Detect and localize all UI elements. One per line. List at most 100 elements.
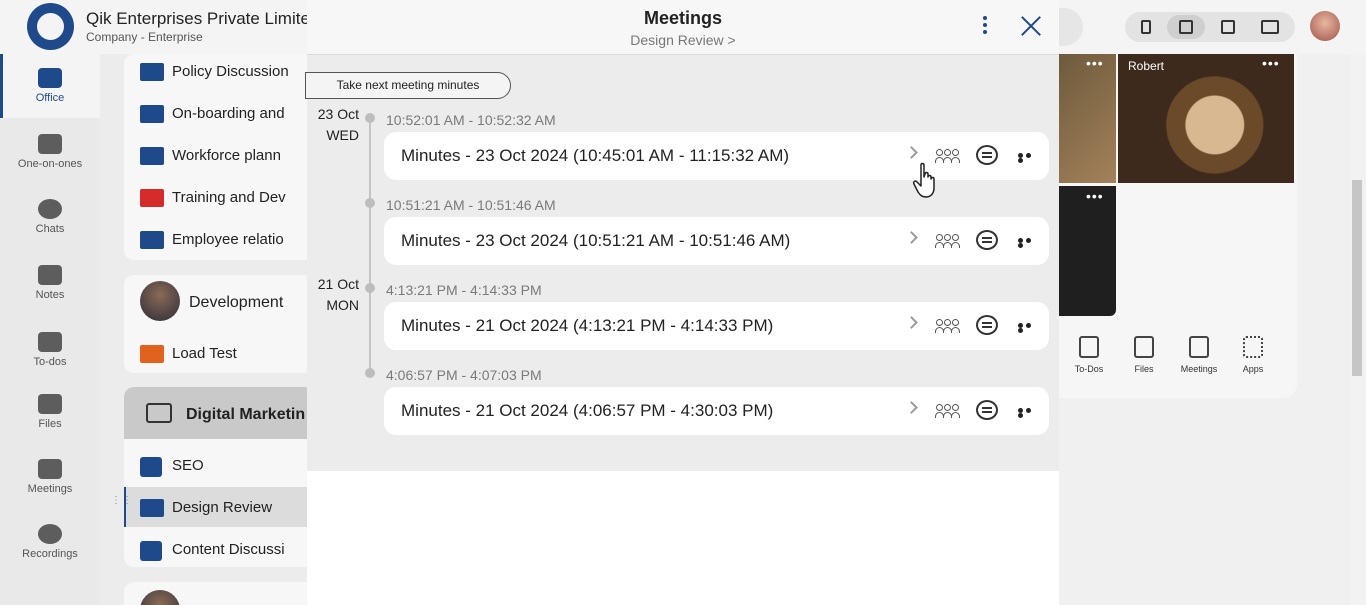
left-navigation: Office One-on-ones Chats Notes To-dos Fi… — [0, 54, 100, 605]
more-options-icon[interactable] — [1018, 408, 1038, 418]
timeline-dot — [365, 198, 375, 208]
chevron-right-icon[interactable] — [905, 231, 918, 244]
more-icon[interactable]: ••• — [1262, 55, 1280, 71]
channel-icon — [140, 231, 164, 249]
user-avatar[interactable] — [1310, 11, 1340, 41]
more-options-icon[interactable] — [1018, 323, 1038, 333]
close-icon[interactable] — [1018, 13, 1044, 39]
meetings-icon — [1189, 336, 1209, 358]
nav-todos[interactable]: To-dos — [0, 318, 100, 382]
drag-handle-icon[interactable]: ⋮⋮ — [111, 496, 132, 512]
participants-icon[interactable] — [935, 149, 961, 163]
folder-icon — [146, 403, 172, 423]
company-name[interactable]: Qik Enterprises Private Limited — [86, 9, 319, 29]
apps-tool-button[interactable]: Apps — [1228, 336, 1278, 374]
nav-recordings[interactable]: Recordings — [0, 510, 100, 574]
view-toggle — [1125, 12, 1295, 42]
comment-icon[interactable] — [976, 230, 998, 250]
participant-video[interactable] — [1059, 54, 1116, 183]
meeting-card[interactable]: Minutes - 23 Oct 2024 (10:45:01 AM - 11:… — [384, 132, 1049, 180]
time-range: 4:06:57 PM - 4:07:03 PM — [386, 367, 542, 383]
grid-view-icon — [1179, 20, 1193, 34]
single-view-button[interactable] — [1127, 15, 1165, 39]
channel-item[interactable]: Policy Discussion — [140, 57, 307, 99]
nav-office[interactable]: Office — [0, 54, 100, 118]
channel-icon — [140, 189, 164, 207]
comment-icon[interactable] — [976, 400, 998, 420]
date-weekday: WED — [326, 127, 359, 143]
chevron-right-icon[interactable] — [905, 316, 918, 329]
channel-icon — [140, 147, 164, 165]
chevron-right-icon[interactable] — [905, 146, 918, 159]
channel-item[interactable]: Content Discussi — [140, 535, 307, 577]
todos-tool-button[interactable]: To-Dos — [1064, 336, 1114, 374]
date-label: 23 Oct WED — [307, 104, 359, 146]
take-next-minutes-button[interactable]: Take next meeting minutes — [305, 72, 511, 99]
more-options-icon[interactable] — [1018, 153, 1038, 163]
nav-label: Chats — [35, 223, 65, 235]
meeting-title: Minutes - 23 Oct 2024 (10:51:21 AM - 10:… — [401, 231, 791, 250]
modal-body: Take next meeting minutes 23 Oct WED 21 … — [305, 55, 1059, 471]
meeting-card[interactable]: Minutes - 21 Oct 2024 (4:06:57 PM - 4:30… — [384, 387, 1049, 435]
group-avatar — [140, 281, 180, 321]
wide-view-button[interactable] — [1251, 15, 1289, 39]
time-range: 4:13:21 PM - 4:14:33 PM — [386, 282, 542, 298]
timeline-dot — [365, 113, 375, 123]
kebab-menu-icon[interactable] — [977, 13, 993, 39]
channel-icon — [140, 499, 164, 517]
split-view-button[interactable] — [1209, 15, 1247, 39]
nav-chats[interactable]: Chats — [0, 185, 100, 249]
files-tool-button[interactable]: Files — [1119, 336, 1169, 374]
company-type: Company - Enterprise — [86, 30, 203, 44]
tool-label: Apps — [1242, 364, 1264, 374]
notes-icon — [38, 265, 62, 285]
company-logo-icon[interactable] — [27, 3, 74, 50]
channel-label: On-boarding and — [172, 105, 285, 122]
briefcase-icon — [38, 68, 62, 88]
channel-label: Content Discussi — [172, 541, 285, 558]
channel-item[interactable]: Training and Dev — [140, 183, 307, 225]
group-title-development[interactable]: Development — [189, 294, 283, 312]
nav-one-on-ones[interactable]: One-on-ones — [0, 120, 100, 184]
files-icon — [1134, 336, 1154, 358]
modal-breadcrumb[interactable]: Design Review > — [307, 32, 1059, 48]
participants-icon[interactable] — [935, 234, 961, 248]
meeting-card[interactable]: Minutes - 23 Oct 2024 (10:51:21 AM - 10:… — [384, 217, 1049, 265]
meetings-icon — [38, 459, 62, 479]
nav-files[interactable]: Files — [0, 380, 100, 444]
participant-video[interactable] — [1059, 186, 1116, 316]
meeting-card[interactable]: Minutes - 21 Oct 2024 (4:13:21 PM - 4:14… — [384, 302, 1049, 350]
group-header[interactable]: Digital Marketin — [124, 387, 307, 439]
nav-notes[interactable]: Notes — [0, 251, 100, 315]
channel-item[interactable]: Design Review — [140, 493, 307, 535]
more-icon[interactable]: ••• — [1086, 55, 1104, 71]
comment-icon[interactable] — [976, 145, 998, 165]
comment-icon[interactable] — [976, 315, 998, 335]
date-day: 21 Oct — [317, 276, 359, 292]
tool-label: To-Dos — [1074, 364, 1104, 374]
meeting-title: Minutes - 23 Oct 2024 (10:45:01 AM - 11:… — [401, 146, 790, 165]
meeting-title: Minutes - 21 Oct 2024 (4:13:21 PM - 4:14… — [401, 316, 774, 335]
time-range: 10:52:01 AM - 10:52:32 AM — [386, 112, 556, 128]
channel-item[interactable]: Load Test — [140, 339, 307, 381]
more-icon[interactable]: ••• — [1086, 188, 1104, 204]
participants-icon[interactable] — [935, 319, 961, 333]
hand-cursor-icon — [913, 162, 935, 198]
scrollbar-thumb[interactable] — [1352, 180, 1362, 376]
grid-view-button[interactable] — [1167, 15, 1205, 39]
participant-video[interactable] — [1118, 54, 1294, 183]
people-icon — [38, 134, 62, 154]
recordings-icon — [38, 524, 62, 544]
channel-label: Load Test — [172, 345, 237, 362]
meeting-title: Minutes - 21 Oct 2024 (4:06:57 PM - 4:30… — [401, 401, 774, 420]
meetings-tool-button[interactable]: Meetings — [1174, 336, 1224, 374]
channel-item[interactable]: Employee relatio — [140, 225, 307, 267]
chevron-right-icon[interactable] — [905, 401, 918, 414]
nav-meetings[interactable]: Meetings — [0, 445, 100, 509]
channel-item[interactable]: On-boarding and — [140, 99, 307, 141]
participants-icon[interactable] — [935, 404, 961, 418]
nav-label: Meetings — [27, 483, 73, 495]
more-options-icon[interactable] — [1018, 238, 1038, 248]
channel-item[interactable]: Workforce plann — [140, 141, 307, 183]
checkbox-icon — [1079, 336, 1099, 358]
